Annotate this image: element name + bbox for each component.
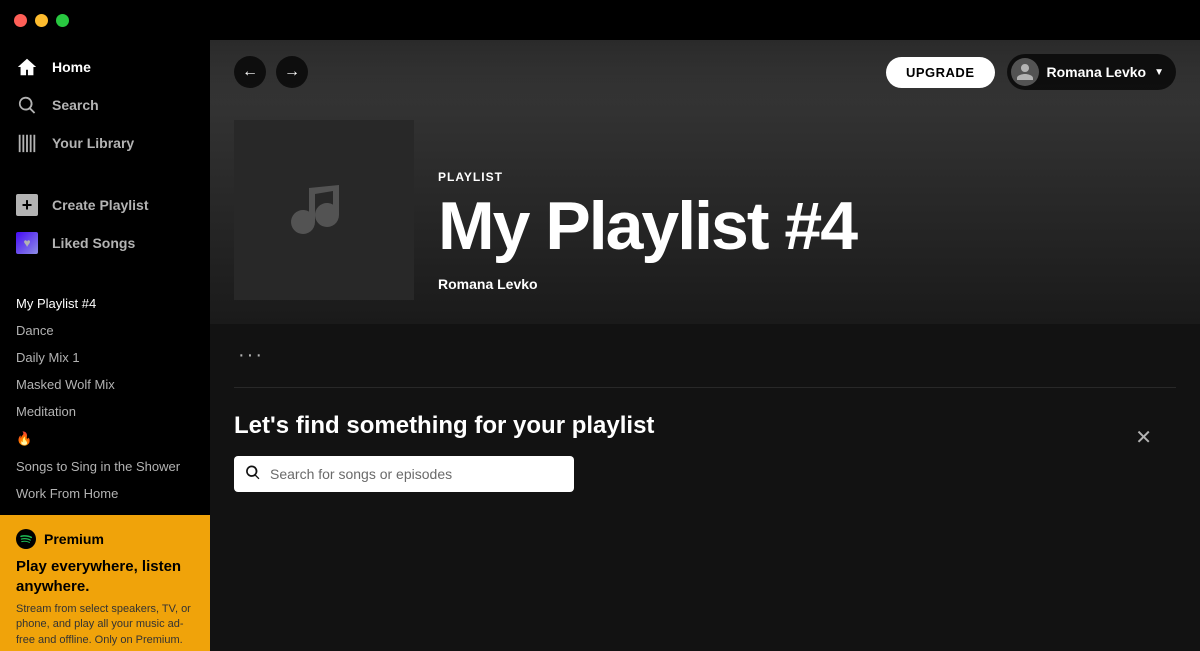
song-search-input[interactable] xyxy=(234,456,574,492)
titlebar xyxy=(0,0,1200,40)
list-item[interactable]: 🔥 xyxy=(0,425,210,453)
list-item[interactable]: Songs to Sing in the Shower xyxy=(0,453,210,480)
liked-songs-item[interactable]: ♥ Liked Songs xyxy=(0,224,210,262)
sidebar-nav: Home Search Your Library xyxy=(0,40,210,166)
user-menu[interactable]: Romana Levko ▼ xyxy=(1007,54,1177,90)
list-item[interactable]: Daily Mix 1 xyxy=(0,344,210,371)
spotify-logo-icon xyxy=(16,529,36,549)
sidebar-actions: + Create Playlist ♥ Liked Songs xyxy=(0,182,210,266)
more-options-button[interactable]: ··· xyxy=(234,340,268,371)
premium-description: Stream from select speakers, TV, or phon… xyxy=(16,602,194,648)
sidebar-home-label: Home xyxy=(52,59,91,75)
search-icon xyxy=(16,94,38,116)
avatar xyxy=(1011,58,1039,86)
close-button[interactable]: ✕ xyxy=(1135,428,1152,448)
library-icon xyxy=(16,132,38,154)
find-section-title: Let's find something for your playlist xyxy=(234,412,1176,440)
list-item[interactable]: Work From Home xyxy=(0,480,210,507)
fullscreen-traffic-light[interactable] xyxy=(56,14,69,27)
username-label: Romana Levko xyxy=(1047,64,1147,80)
sidebar-library-label: Your Library xyxy=(52,135,134,151)
list-item[interactable]: Masked Wolf Mix xyxy=(0,371,210,398)
hero-title: My Playlist #4 xyxy=(438,192,1176,260)
sidebar-item-library[interactable]: Your Library xyxy=(0,124,210,162)
close-traffic-light[interactable] xyxy=(14,14,27,27)
list-item[interactable]: Dance xyxy=(0,317,210,344)
back-arrow-icon: ← xyxy=(242,63,258,81)
liked-songs-label: Liked Songs xyxy=(52,235,135,251)
find-section: Let's find something for your playlist ✕ xyxy=(234,412,1176,492)
sidebar-item-search[interactable]: Search xyxy=(0,86,210,124)
sidebar-item-home[interactable]: Home xyxy=(0,48,210,86)
topbar-right: UPGRADE Romana Levko ▼ xyxy=(886,54,1176,90)
hero-type-label: PLAYLIST xyxy=(438,170,1176,184)
sidebar: Home Search Your Library xyxy=(0,40,210,651)
app-body: Home Search Your Library xyxy=(0,40,1200,651)
create-playlist-label: Create Playlist xyxy=(52,197,149,213)
playlist-artwork xyxy=(234,120,414,300)
plus-icon: + xyxy=(16,194,38,216)
back-button[interactable]: ← xyxy=(234,56,266,88)
hero-info: PLAYLIST My Playlist #4 Romana Levko xyxy=(438,170,1176,300)
topbar: ← → UPGRADE Romana Levko ▼ xyxy=(210,40,1200,104)
premium-header: Premium xyxy=(16,529,194,549)
content-area: ··· Let's find something for your playli… xyxy=(210,324,1200,651)
list-item[interactable]: My Playlist #4 xyxy=(0,290,210,317)
action-bar: ··· xyxy=(234,324,1176,387)
upgrade-button[interactable]: UPGRADE xyxy=(886,57,995,88)
premium-tagline: Play everywhere, listen anywhere. xyxy=(16,557,194,596)
sidebar-search-label: Search xyxy=(52,97,99,113)
section-divider xyxy=(234,387,1176,388)
music-note-icon xyxy=(284,170,364,250)
main-content: ← → UPGRADE Romana Levko ▼ xyxy=(210,40,1200,651)
forward-arrow-icon: → xyxy=(284,63,300,81)
search-input-icon xyxy=(246,466,260,483)
forward-button[interactable]: → xyxy=(276,56,308,88)
premium-banner[interactable]: Premium Play everywhere, listen anywhere… xyxy=(0,515,210,651)
premium-badge: Premium xyxy=(44,531,104,547)
create-playlist-item[interactable]: + Create Playlist xyxy=(0,186,210,224)
minimize-traffic-light[interactable] xyxy=(35,14,48,27)
hero-owner: Romana Levko xyxy=(438,276,1176,292)
playlist-list: My Playlist #4 Dance Daily Mix 1 Masked … xyxy=(0,282,210,515)
chevron-down-icon: ▼ xyxy=(1154,67,1164,78)
nav-buttons: ← → xyxy=(234,56,308,88)
heart-icon: ♥ xyxy=(16,232,38,254)
search-wrapper xyxy=(234,456,574,492)
home-icon xyxy=(16,56,38,78)
list-item[interactable]: Meditation xyxy=(0,398,210,425)
